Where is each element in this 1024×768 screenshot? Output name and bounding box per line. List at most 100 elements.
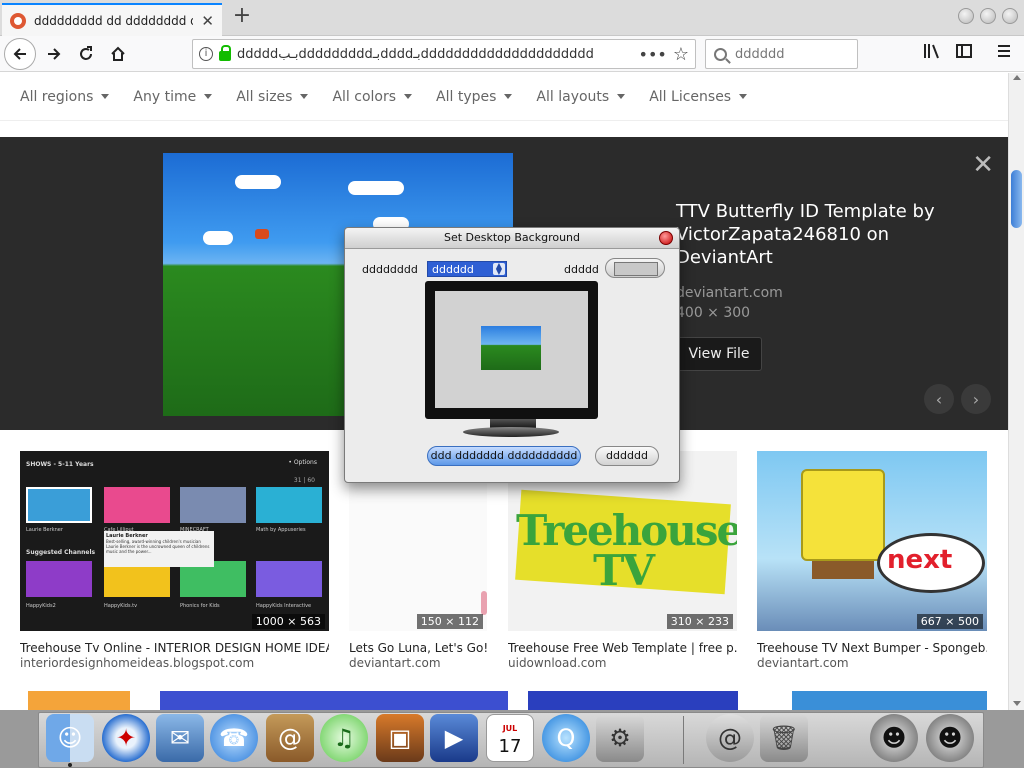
url-text[interactable]: dddddبـبdddddddddبـddddبـddddddddddddddd… <box>237 47 633 62</box>
result-thumbnail[interactable]: SHOWS - 5-11 Years • Options 31 | 60 Lau… <box>20 451 329 631</box>
filter-types[interactable]: All types <box>436 89 513 105</box>
thumb-count: 31 | 60 <box>293 477 315 484</box>
quicktime-icon[interactable]: Q <box>542 714 590 762</box>
next-arrow-icon[interactable]: › <box>961 384 991 414</box>
result-tile[interactable]: 150 × 112 Lets Go Luna, Let's Go!... dev… <box>349 451 487 670</box>
result-title[interactable]: Lets Go Luna, Let's Go!... <box>349 641 487 655</box>
system-preferences-icon[interactable]: ⚙ <box>596 714 644 762</box>
ichat-icon[interactable]: ☎ <box>210 714 258 762</box>
filter-label: All layouts <box>536 88 610 105</box>
browser-tab[interactable]: ddddddddd dd dddddddd dd dddddddd ✕ <box>2 3 222 36</box>
filter-sizes[interactable]: All sizes <box>236 89 309 105</box>
result-title[interactable]: Treehouse TV Next Bumper - Spongeb... <box>757 641 987 655</box>
dialog-titlebar: Set Desktop Background <box>345 228 679 249</box>
itunes-icon[interactable]: ♫ <box>320 714 368 762</box>
filter-colors[interactable]: All colors <box>332 89 413 105</box>
result-domain[interactable]: interiordesignhomeideas.blogspot.com <box>20 656 329 670</box>
maximize-button[interactable] <box>980 8 996 24</box>
cancel-button[interactable]: dddddd <box>595 446 659 466</box>
filter-licenses[interactable]: All Licenses <box>649 88 748 105</box>
monitor-screen <box>435 291 588 408</box>
scroll-up-icon[interactable] <box>1013 75 1021 80</box>
tab-bar: ddddddddd dd dddddddd dd dddddddd ✕ + <box>0 0 1024 36</box>
finder-icon[interactable]: ☺ <box>46 714 94 762</box>
image-size-badge: 150 × 112 <box>416 614 483 629</box>
raccoon-icon[interactable]: ☻ <box>870 714 918 762</box>
monitor-preview <box>425 281 598 419</box>
safari-icon[interactable]: ✦ <box>102 714 150 762</box>
result-tile[interactable]: SHOWS - 5-11 Years • Options 31 | 60 Lau… <box>20 451 329 670</box>
thumb-card <box>256 487 322 523</box>
thumb-shape <box>481 591 487 615</box>
ical-icon[interactable]: JUL 17 <box>486 714 534 762</box>
set-background-button[interactable]: ddd ddddddd dddddddddd <box>427 446 581 466</box>
monitor-base <box>463 427 559 437</box>
new-tab-button[interactable]: + <box>228 4 256 30</box>
sidebar-icon[interactable] <box>952 42 976 66</box>
library-icon[interactable] <box>920 42 944 66</box>
result-tile[interactable]: next 667 × 500 Treehouse TV Next Bumper … <box>757 451 987 670</box>
result-title[interactable]: Treehouse Free Web Template | free p... <box>508 641 737 655</box>
minimize-button[interactable] <box>958 8 974 24</box>
forward-button[interactable] <box>40 40 68 68</box>
close-window-button[interactable] <box>1002 8 1018 24</box>
updown-arrow-icon: ▲ ▼ <box>493 262 505 276</box>
house-shape <box>255 229 269 239</box>
back-button[interactable] <box>4 38 36 70</box>
scroll-thumb[interactable] <box>1011 170 1022 228</box>
page-actions-icon[interactable]: ••• <box>639 45 667 64</box>
filter-label: All Licenses <box>649 88 732 105</box>
color-swatch-button[interactable] <box>605 258 665 278</box>
home-button[interactable] <box>104 40 132 68</box>
filter-time[interactable]: Any time <box>133 89 213 105</box>
mail-icon[interactable]: ✉ <box>156 714 204 762</box>
result-thumbnail[interactable]: next 667 × 500 <box>757 451 987 631</box>
reload-button[interactable] <box>72 40 100 68</box>
set-desktop-background-dialog: Set Desktop Background dddddddd dddddd ▲… <box>344 227 680 483</box>
result-thumbnail[interactable] <box>792 691 987 710</box>
filter-label: All regions <box>20 88 94 105</box>
result-domain[interactable]: uidownload.com <box>508 656 737 670</box>
chevron-down-icon <box>617 94 626 99</box>
position-select[interactable]: dddddd ▲ ▼ <box>427 261 507 277</box>
vertical-scrollbar[interactable] <box>1008 73 1024 710</box>
result-title[interactable]: Treehouse Tv Online - INTERIOR DESIGN HO… <box>20 641 329 655</box>
filter-bar: All regions Any time All sizes All color… <box>0 73 1008 121</box>
thumb-suggested: Suggested Channels <box>26 549 96 556</box>
result-thumbnail[interactable] <box>160 691 508 710</box>
result-domain[interactable]: deviantart.com <box>757 656 987 670</box>
result-domain[interactable]: deviantart.com <box>349 656 487 670</box>
results-grid: SHOWS - 5-11 Years • Options 31 | 60 Lau… <box>0 451 1008 710</box>
menu-icon[interactable] <box>992 42 1016 66</box>
result-thumbnail[interactable] <box>528 691 738 710</box>
thumb-label: Math by Appuseries <box>256 527 306 533</box>
dialog-close-button[interactable] <box>659 231 673 245</box>
previous-arrow-icon[interactable]: ‹ <box>924 384 954 414</box>
back-arrow-icon <box>13 48 26 60</box>
tab-close-icon[interactable]: ✕ <box>201 12 214 30</box>
view-file-button[interactable]: View File <box>676 337 762 371</box>
result-tile[interactable]: Treehouse TV 310 × 233 Treehouse Free We… <box>508 451 737 670</box>
raccoon-icon[interactable]: ☻ <box>926 714 974 762</box>
result-thumbnail[interactable] <box>28 691 130 710</box>
filter-regions[interactable]: All regions <box>20 88 110 105</box>
site-info-icon[interactable]: i <box>199 47 213 61</box>
spongebob-shape <box>801 469 885 561</box>
search-bar[interactable]: dddddd <box>705 39 858 69</box>
chevron-down-icon <box>101 94 110 99</box>
thumb-label: Laurie Berkner <box>26 527 63 533</box>
iphoto-icon[interactable]: ▣ <box>376 714 424 762</box>
detail-domain[interactable]: deviantart.com <box>676 285 783 301</box>
thumb-label: HappyKids Interactive <box>256 603 312 609</box>
scroll-down-icon[interactable] <box>1013 701 1021 706</box>
close-icon[interactable]: ✕ <box>972 152 994 178</box>
mail-at-icon[interactable]: @ <box>706 714 754 762</box>
imovie-icon[interactable]: ▶ <box>430 714 478 762</box>
trash-icon[interactable]: 🗑 <box>760 714 808 762</box>
address-bar[interactable]: i dddddبـبdddddddddبـddddبـddddddddddddd… <box>192 39 696 69</box>
address-book-icon[interactable]: @ <box>266 714 314 762</box>
bookmark-star-icon[interactable]: ☆ <box>673 44 689 65</box>
search-input[interactable]: dddddd <box>735 47 785 62</box>
filter-layouts[interactable]: All layouts <box>536 88 626 105</box>
detail-title[interactable]: TTV Butterfly ID Template by VictorZapat… <box>676 200 956 269</box>
